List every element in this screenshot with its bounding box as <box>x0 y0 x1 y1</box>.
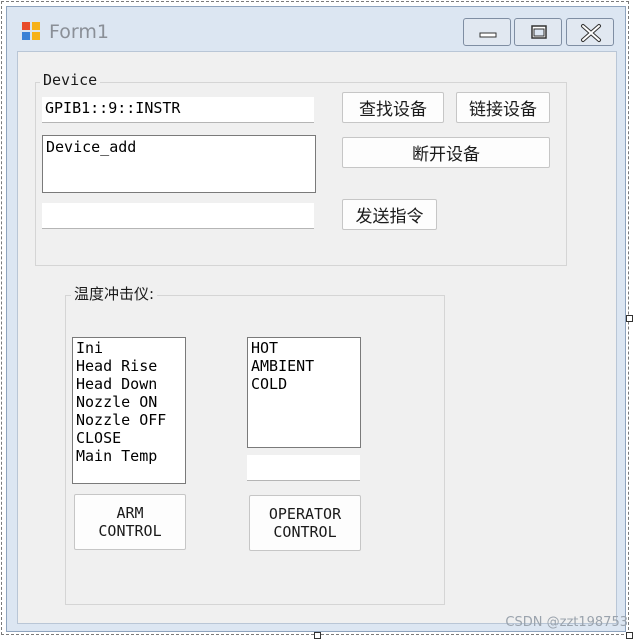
minimize-icon <box>479 32 497 38</box>
find-device-button[interactable]: 查找设备 <box>342 92 444 123</box>
watermark: CSDN @zzt198753 <box>505 615 628 630</box>
list-item[interactable]: Head Down <box>76 375 182 393</box>
resize-handle-bottom[interactable] <box>314 632 321 639</box>
device-address-input[interactable]: GPIB1::9::INSTR <box>42 97 314 123</box>
title-bar[interactable]: Form1 <box>7 7 625 51</box>
close-icon <box>581 24 601 42</box>
list-item[interactable]: COLD <box>251 375 357 393</box>
operator-control-button[interactable]: OPERATOR CONTROL <box>249 495 361 551</box>
list-item[interactable]: Ini <box>76 339 182 357</box>
minimize-button[interactable] <box>463 18 511 46</box>
list-item[interactable]: Nozzle OFF <box>76 411 182 429</box>
list-item[interactable]: Head Rise <box>76 357 182 375</box>
list-item[interactable]: HOT <box>251 339 357 357</box>
operator-value-input[interactable] <box>247 455 360 481</box>
list-item[interactable]: Nozzle ON <box>76 393 182 411</box>
maximize-icon <box>531 25 547 39</box>
list-item[interactable]: CLOSE <box>76 429 182 447</box>
app-icon <box>22 22 40 40</box>
arm-command-list[interactable]: Ini Head Rise Head Down Nozzle ON Nozzle OFF… <box>72 337 186 484</box>
form-window: Form1 Device GPIB1::9::INSTR Device_add … <box>6 6 626 632</box>
thermal-group-label: 温度冲击仪: <box>71 283 158 304</box>
resize-handle-corner[interactable] <box>626 632 633 639</box>
disconnect-device-button[interactable]: 断开设备 <box>342 137 550 168</box>
operator-command-list[interactable]: HOT AMBIENT COLD <box>247 337 361 448</box>
form-client-area: Device GPIB1::9::INSTR Device_add 查找设备 链… <box>17 51 617 624</box>
device-group-label: Device <box>40 71 101 89</box>
device-textarea[interactable]: Device_add <box>42 135 316 193</box>
connect-device-button[interactable]: 链接设备 <box>456 92 550 123</box>
send-command-button[interactable]: 发送指令 <box>342 199 437 230</box>
command-input[interactable] <box>42 203 314 229</box>
close-button[interactable] <box>566 18 614 46</box>
list-item[interactable]: AMBIENT <box>251 357 357 375</box>
arm-control-button[interactable]: ARM CONTROL <box>74 494 186 550</box>
resize-handle-right[interactable] <box>626 315 633 322</box>
maximize-button[interactable] <box>514 18 562 46</box>
window-title: Form1 <box>49 21 109 43</box>
list-item[interactable]: Main Temp <box>76 447 182 465</box>
